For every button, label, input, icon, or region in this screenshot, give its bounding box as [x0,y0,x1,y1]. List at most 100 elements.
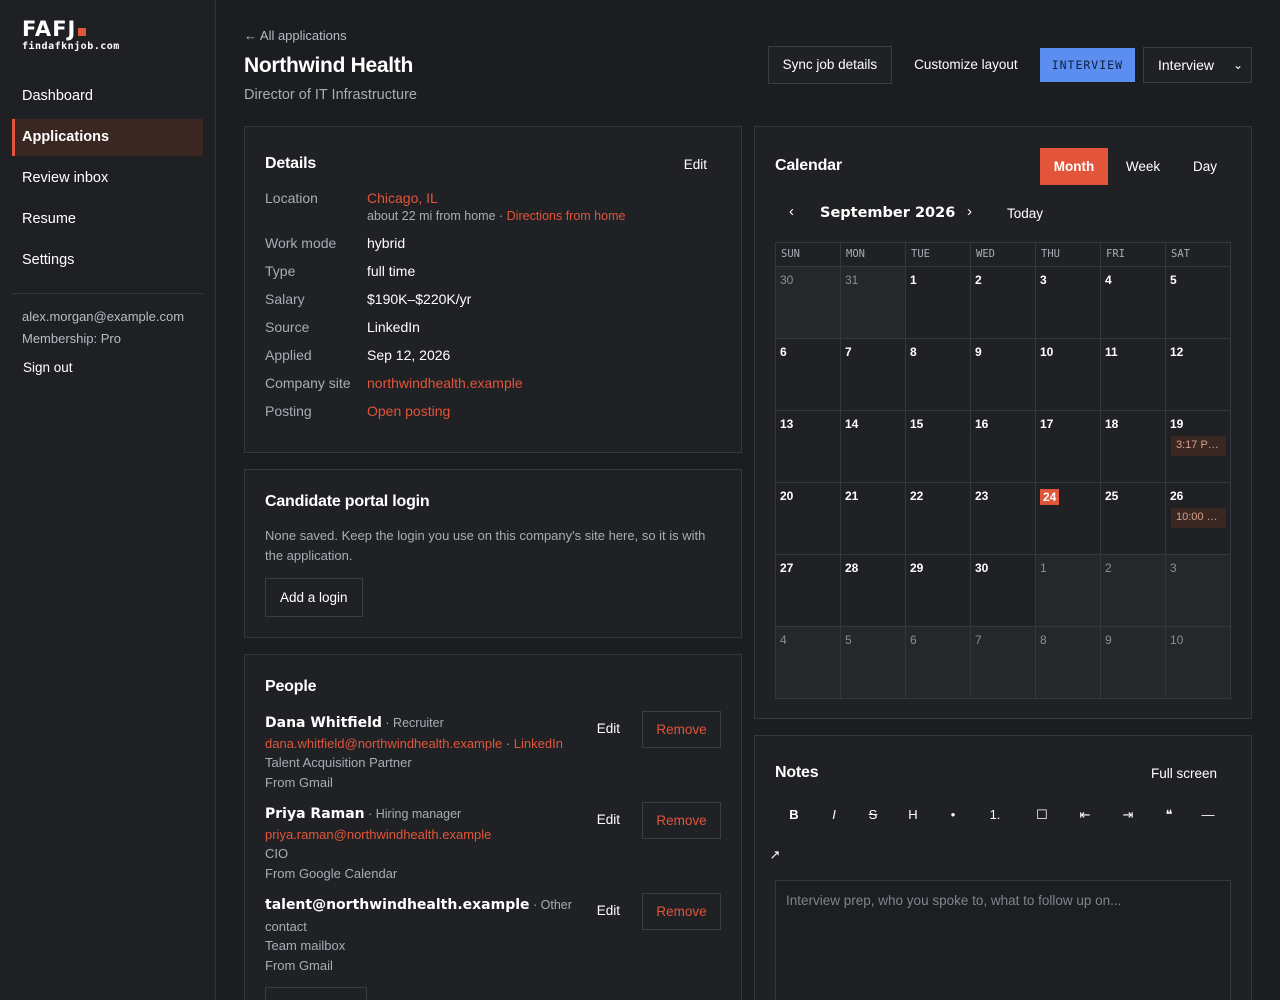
calendar-day-cell[interactable]: 4 [776,627,841,699]
divider-icon[interactable]: — [1198,807,1218,822]
remove-person-button[interactable]: Remove [642,711,721,748]
prev-month-icon[interactable]: ‹ [789,203,794,220]
calendar-day-cell[interactable]: 13 [776,411,841,483]
edit-person-button[interactable]: Edit [597,812,620,827]
location-link[interactable]: Chicago, IL [367,190,438,206]
view-day-button[interactable]: Day [1177,148,1233,185]
calendar-day-cell[interactable]: 2 [1101,555,1166,627]
sidebar-item-review-inbox[interactable]: Review inbox [12,160,203,197]
calendar-day-cell[interactable]: 29 [906,555,971,627]
calendar-day-cell[interactable]: 21 [841,483,906,555]
sidebar-item-applications[interactable]: Applications [12,119,203,156]
notes-textarea[interactable]: Interview prep, who you spoke to, what t… [775,880,1231,1000]
heading-icon[interactable]: H [903,807,923,822]
person-title: CIO [265,846,289,861]
calendar-day-cell[interactable]: 5 [1166,267,1231,339]
calendar-day-cell[interactable]: 16 [971,411,1036,483]
day-number: 16 [975,417,989,431]
calendar-day-cell[interactable]: 10 [1036,339,1101,411]
italic-icon[interactable]: I [824,807,844,822]
calendar-day-cell[interactable]: 30 [776,267,841,339]
sidebar-item-dashboard[interactable]: Dashboard [12,78,203,115]
view-month-button[interactable]: Month [1040,148,1108,185]
calendar-day-cell[interactable]: 5 [841,627,906,699]
calendar-day-cell[interactable]: 8 [906,339,971,411]
calendar-day-cell[interactable]: 1 [906,267,971,339]
calendar-day-cell[interactable]: 6 [906,627,971,699]
numbered-list-icon[interactable]: 1. [985,807,1005,822]
quote-icon[interactable]: ❝ [1159,807,1179,823]
calendar-day-cell[interactable]: 25 [1101,483,1166,555]
details-edit-button[interactable]: Edit [684,157,707,172]
calendar-day-cell[interactable]: 8 [1036,627,1101,699]
calendar-event[interactable]: 10:00 … [1171,508,1226,528]
calendar-day-cell[interactable]: 9 [1101,627,1166,699]
back-to-applications-link[interactable]: ← All applications [244,28,347,43]
remove-person-button[interactable]: Remove [642,802,721,839]
sync-job-details-button[interactable]: Sync job details [767,46,893,84]
bullet-list-icon[interactable]: • [943,807,963,822]
add-person-button[interactable] [265,987,367,1000]
day-number: 19 [1170,417,1184,431]
calendar-day-cell[interactable]: 14 [841,411,906,483]
calendar-day-cell[interactable]: 6 [776,339,841,411]
calendar-day-cell[interactable]: 12 [1166,339,1231,411]
calendar-day-cell[interactable]: 27 [776,555,841,627]
sidebar-item-settings[interactable]: Settings [12,242,203,279]
calendar-day-cell[interactable]: 28 [841,555,906,627]
checkbox-icon[interactable]: ☐ [1032,807,1052,823]
next-month-icon[interactable]: › [967,203,972,220]
person-linkedin-link[interactable]: LinkedIn [514,736,563,751]
calendar-day-cell[interactable]: 1 [1036,555,1101,627]
calendar-day-cell[interactable]: 22 [906,483,971,555]
logo[interactable]: FAFJ findafknjob.com [12,18,203,52]
calendar-event[interactable]: 3:17 P… [1171,436,1226,456]
calendar-day-cell[interactable]: 7 [841,339,906,411]
sign-out-button[interactable]: Sign out [12,360,203,375]
person-email-link[interactable]: priya.raman@northwindhealth.example [265,827,491,842]
customize-layout-button[interactable]: Customize layout [892,46,1040,84]
calendar-day-cell[interactable]: 7 [971,627,1036,699]
calendar-day-cell[interactable]: 9 [971,339,1036,411]
calendar-day-cell[interactable]: 15 [906,411,971,483]
calendar-day-cell[interactable]: 20 [776,483,841,555]
calendar-day-cell[interactable]: 30 [971,555,1036,627]
detail-label: Location [265,190,318,206]
directions-link[interactable]: Directions from home [507,209,626,223]
day-number: 6 [910,633,917,647]
day-number: 18 [1105,417,1119,431]
calendar-day-cell[interactable]: 2 [971,267,1036,339]
today-button[interactable]: Today [1007,206,1043,221]
bold-icon[interactable]: B [784,807,804,822]
calendar-day-cell[interactable]: 4 [1101,267,1166,339]
calendar-day-cell[interactable]: 24 [1036,483,1101,555]
calendar-day-cell[interactable]: 3 [1036,267,1101,339]
open-posting-link[interactable]: Open posting [367,403,450,419]
outdent-icon[interactable]: ⇤ [1075,807,1095,823]
calendar-day-cell[interactable]: 18 [1101,411,1166,483]
company-site-link[interactable]: northwindhealth.example [367,375,523,391]
calendar-day-cell[interactable]: 19 3:17 P… [1166,411,1231,483]
edit-person-button[interactable]: Edit [597,903,620,918]
status-select[interactable]: Interview ⌄ [1143,47,1252,83]
detail-source: Source LinkedIn [265,319,725,335]
detail-value: hybrid [367,235,406,251]
edit-person-button[interactable]: Edit [597,721,620,736]
view-week-button[interactable]: Week [1111,148,1175,185]
calendar-day-cell[interactable]: 23 [971,483,1036,555]
person-email-link[interactable]: dana.whitfield@northwindhealth.example [265,736,502,751]
indent-icon[interactable]: ⇥ [1118,807,1138,823]
link-icon[interactable]: ↗ [765,847,785,863]
calendar-day-cell[interactable]: 11 [1101,339,1166,411]
calendar-day-cell[interactable]: 10 [1166,627,1231,699]
full-screen-button[interactable]: Full screen [1151,766,1217,781]
remove-person-button[interactable]: Remove [642,893,721,930]
calendar-day-cell[interactable]: 26 10:00 … [1166,483,1231,555]
calendar-day-cell[interactable]: 3 [1166,555,1231,627]
calendar-day-cell[interactable]: 17 [1036,411,1101,483]
add-login-button[interactable]: Add a login [265,578,363,617]
calendar-day-cell[interactable]: 31 [841,267,906,339]
portal-description: None saved. Keep the login you use on th… [265,528,706,563]
sidebar-item-resume[interactable]: Resume [12,201,203,238]
strikethrough-icon[interactable]: S [863,807,883,822]
